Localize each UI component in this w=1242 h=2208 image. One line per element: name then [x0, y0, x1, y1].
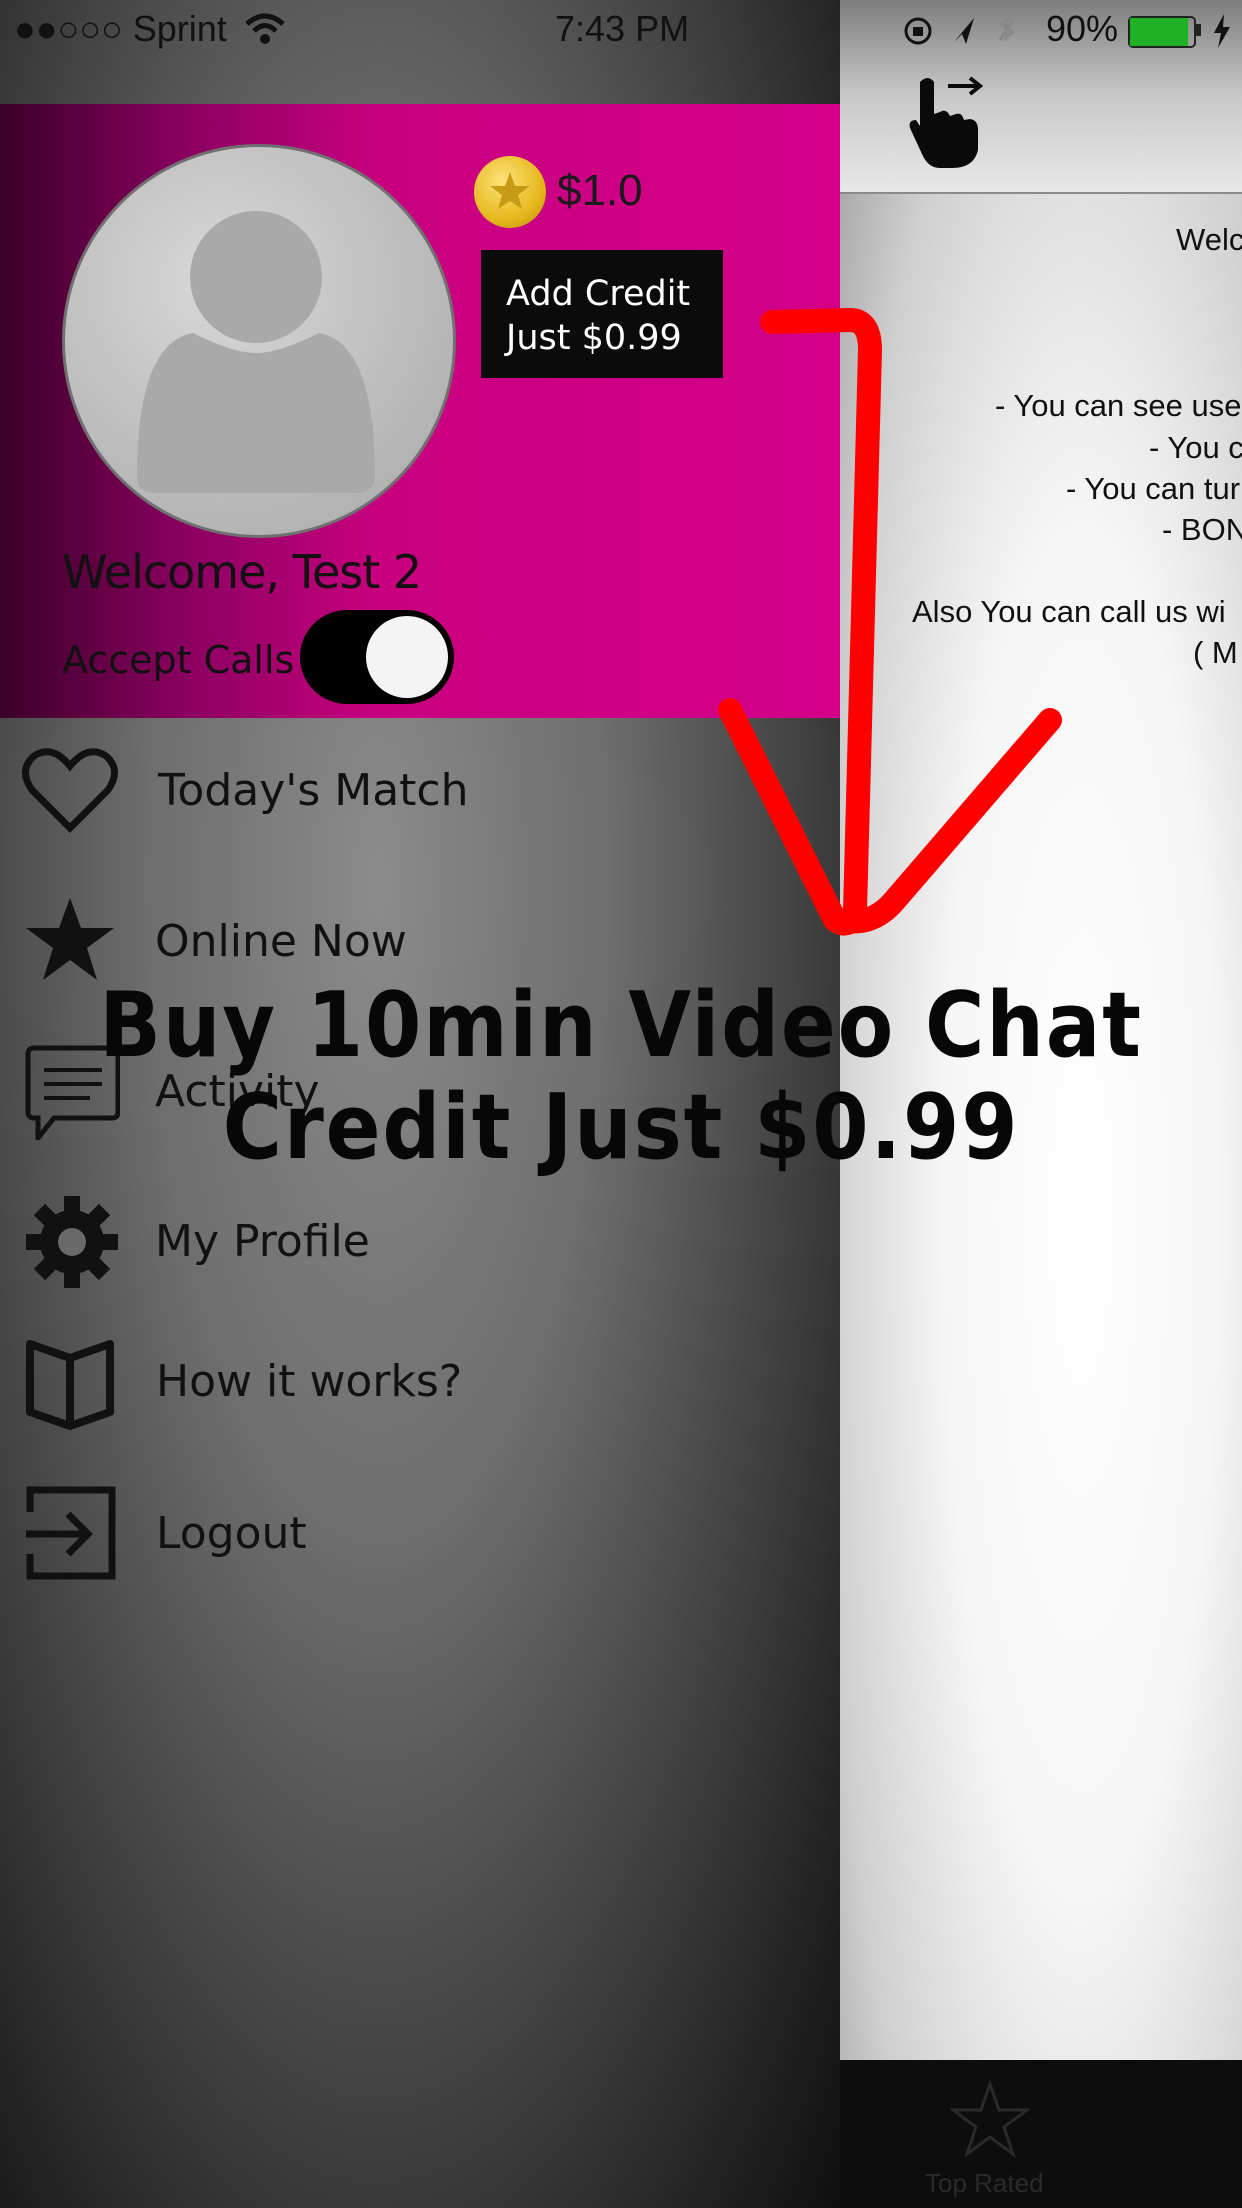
menu-label: How it works?: [156, 1356, 463, 1407]
welcome-line: - You can tur: [1066, 471, 1241, 506]
heart-icon: [22, 748, 118, 833]
logout-icon: [26, 1486, 116, 1580]
menu-item-how-it-works[interactable]: How it works?: [0, 1330, 840, 1450]
battery-tip: [1196, 24, 1201, 36]
charging-icon: [1214, 14, 1230, 48]
menu-label: Logout: [156, 1508, 307, 1559]
avatar-placeholder-icon: [137, 211, 375, 493]
status-bar: ●●○○○ Sprint 7:43 PM 90%: [0, 0, 1242, 62]
promo-overlay-text: Buy 10min Video Chat Credit Just $0.99: [0, 975, 1242, 1179]
welcome-user-label: Welcome, Test 2: [62, 545, 422, 599]
status-icons: [904, 14, 1015, 45]
menu-label: Today's Match: [158, 765, 469, 816]
book-icon: [26, 1340, 114, 1430]
battery-icon: [1128, 16, 1196, 48]
accept-calls-toggle[interactable]: [300, 610, 454, 704]
swipe-hand-icon[interactable]: [900, 72, 990, 172]
menu-item-my-profile[interactable]: My Profile: [0, 1190, 840, 1310]
welcome-line: ( M: [1193, 635, 1238, 670]
red-arrow-annotation: [718, 308, 1062, 936]
welcome-line: - BON: [1162, 512, 1242, 547]
wifi-icon: [245, 13, 285, 44]
promo-line-1: Buy 10min Video Chat: [99, 973, 1143, 1078]
avatar[interactable]: [62, 144, 456, 538]
clock: 7:43 PM: [555, 8, 690, 49]
top-rated-tab-star-icon[interactable]: [950, 2080, 1030, 2160]
gear-icon: [26, 1196, 118, 1288]
menu-item-logout[interactable]: Logout: [0, 1482, 840, 1602]
battery-percent: 90%: [1046, 8, 1119, 49]
welcome-line: Welc: [1176, 222, 1242, 257]
menu-label: Online Now: [155, 916, 407, 967]
toggle-knob: [366, 616, 448, 698]
accept-calls-label: Accept Calls: [62, 638, 295, 682]
welcome-line: - You c: [1149, 430, 1242, 465]
coin-icon: [474, 156, 546, 228]
top-rated-tab-label[interactable]: Top Rated: [925, 2168, 1044, 2199]
promo-line-2: Credit Just $0.99: [222, 1075, 1020, 1180]
credit-balance: $1.0: [557, 166, 643, 215]
carrier-label: ●●○○○ Sprint: [14, 8, 227, 49]
menu-label: My Profile: [155, 1216, 370, 1267]
add-credit-button[interactable]: Add Credit Just $0.99: [481, 250, 723, 378]
